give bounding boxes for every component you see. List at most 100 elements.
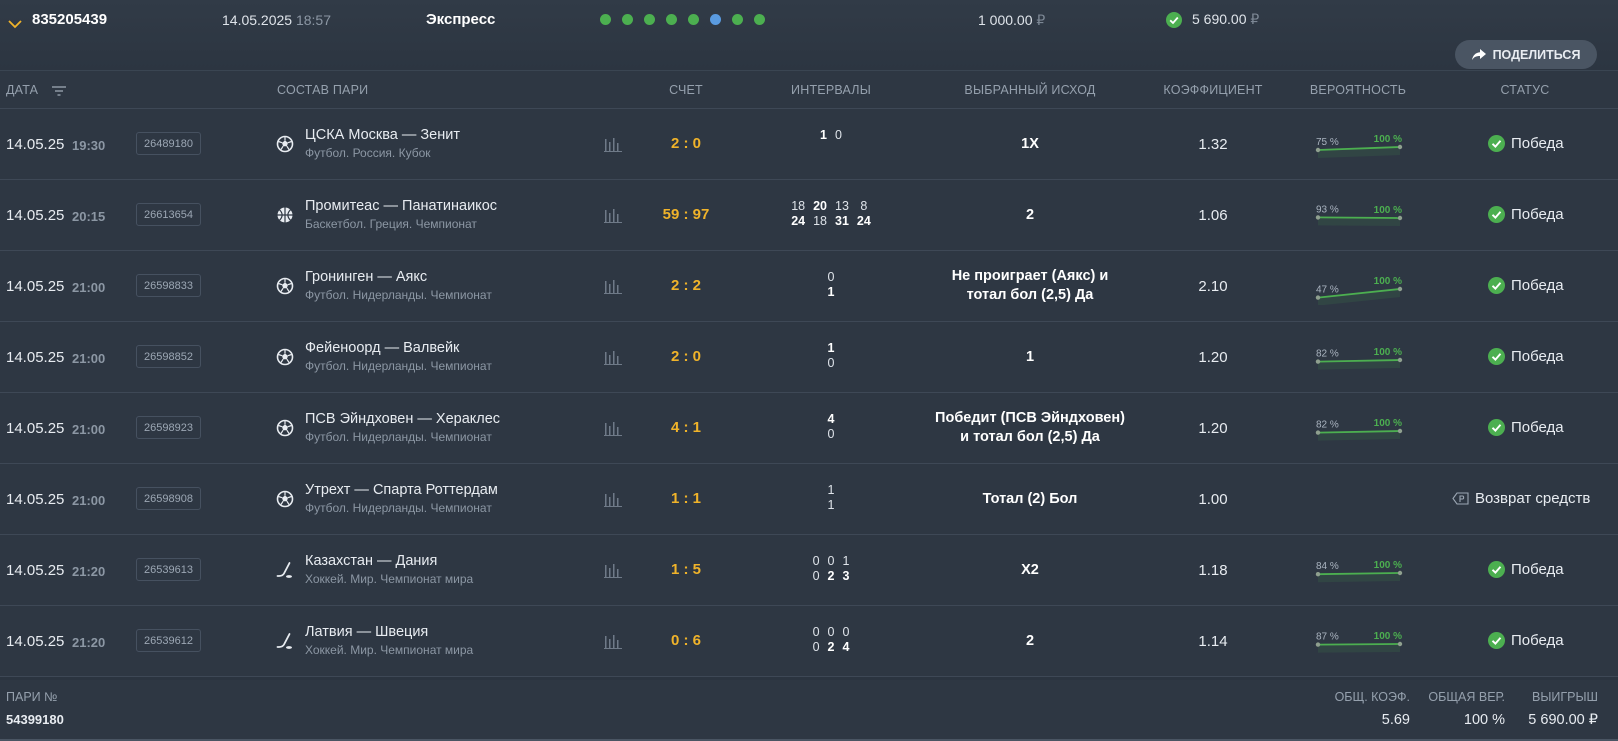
bet-time: 18:57	[295, 12, 332, 28]
match-teams[interactable]: Утрехт — Спарта Роттердам	[305, 482, 498, 498]
probability-chart	[1318, 498, 1400, 500]
match-league: Баскетбол. Греция. Чемпионат	[305, 217, 477, 231]
football-icon	[276, 348, 294, 366]
bet-date: 14.05.2025	[222, 12, 293, 28]
event-id-badge[interactable]: 26539613	[136, 558, 201, 581]
interval-score: 3	[842, 569, 850, 583]
interval-score: 24	[791, 214, 806, 228]
statistics-icon[interactable]	[604, 633, 622, 649]
interval-score: 4	[842, 640, 850, 654]
table-row[interactable]: 14.05.25 21:00 26598908 Утрехт — Спарта Рот…	[0, 464, 1618, 535]
event-status-dots	[600, 14, 765, 25]
interval-score: 20	[813, 199, 827, 213]
intervals-grid: 10	[820, 128, 842, 142]
interval-score: 24	[856, 214, 871, 228]
coefficient-value: 1.06	[1198, 207, 1228, 224]
status-label: Победа	[1511, 348, 1564, 365]
match-league: Футбол. Россия. Кубок	[305, 146, 431, 160]
probability-chart: 82 % 100 %	[1315, 347, 1403, 370]
interval-score: 1	[827, 483, 835, 497]
status-label: Победа	[1511, 135, 1564, 152]
football-icon	[276, 490, 294, 508]
event-id-badge[interactable]: 26539612	[136, 629, 201, 652]
coefficient-value: 1.32	[1198, 136, 1228, 153]
statistics-icon[interactable]	[604, 278, 622, 294]
table-row[interactable]: 14.05.25 21:20 26539613 Казахстан — Дания Хо…	[0, 535, 1618, 606]
chevron-down-icon[interactable]	[8, 17, 22, 31]
table-row[interactable]: 14.05.25 21:00 26598833 Гронинген — Аякс Фут…	[0, 251, 1618, 322]
win-value: 5 690.00	[1192, 11, 1247, 27]
match-teams[interactable]: Латвия — Швеция	[305, 624, 428, 640]
intervals-grid: 01	[828, 270, 835, 299]
pair-number-value: 54399180	[6, 712, 64, 727]
bet-number: 835205439	[32, 11, 108, 28]
statistics-icon[interactable]	[604, 207, 622, 223]
probability-start-point	[1315, 147, 1321, 153]
table-row[interactable]: 14.05.25 21:00 26598923 ПСВ Эйндховен — Хер…	[0, 393, 1618, 464]
intervals-grid: 10	[828, 341, 835, 370]
selected-outcome: Тотал (2) Бол	[983, 490, 1078, 509]
statistics-icon[interactable]	[604, 349, 622, 365]
refund-icon	[1452, 492, 1469, 505]
event-id-badge[interactable]: 26598923	[136, 416, 201, 439]
match-teams[interactable]: Казахстан — Дания	[305, 553, 437, 569]
check-circle-icon	[1488, 277, 1505, 294]
interval-score: 2	[827, 640, 835, 654]
filter-icon[interactable]	[51, 86, 66, 96]
match-teams[interactable]: ПСВ Эйндховен — Хераклес	[305, 411, 500, 427]
table-row[interactable]: 14.05.25 20:15 26613654 Промитеас — Панатин…	[0, 180, 1618, 251]
bet-status: Победа	[1488, 135, 1564, 152]
col-probability: ВЕРОЯТНОСТЬ	[1309, 83, 1407, 97]
col-date[interactable]: ДАТА	[6, 83, 66, 97]
status-label: Победа	[1511, 419, 1564, 436]
table-row[interactable]: 14.05.25 19:30 26489180 ЦСКА Москва — Зенит…	[0, 109, 1618, 180]
statistics-icon[interactable]	[604, 136, 622, 152]
probability-end-label: 100 %	[1374, 418, 1402, 429]
share-button[interactable]: ПОДЕЛИТЬСЯ	[1455, 40, 1597, 69]
match-teams[interactable]: Гронинген — Аякс	[305, 269, 427, 285]
event-id-badge[interactable]: 26598908	[136, 487, 201, 510]
table-row[interactable]: 14.05.25 21:20 26539612 Латвия — Швеция Хокк…	[0, 606, 1618, 677]
interval-score: 0	[812, 640, 820, 654]
total-prob-label: ОБЩАЯ ВЕР.	[1428, 690, 1505, 704]
row-date: 14.05.25	[6, 562, 65, 579]
bet-status: Победа	[1488, 206, 1564, 223]
statistics-icon[interactable]	[604, 420, 622, 436]
probability-end-point	[1397, 570, 1403, 576]
probability-chart: 84 % 100 %	[1315, 560, 1403, 583]
match-teams[interactable]: Промитеас — Панатинаикос	[305, 198, 497, 214]
match-score: 1 : 5	[670, 561, 702, 578]
event-id-badge[interactable]: 26489180	[136, 132, 201, 155]
event-id-badge[interactable]: 26598852	[136, 345, 201, 368]
check-circle-icon	[1488, 348, 1505, 365]
probability-end-point	[1397, 215, 1403, 221]
probability-line	[1317, 643, 1401, 646]
interval-score: 0	[812, 569, 820, 583]
event-id-badge[interactable]: 26598833	[136, 274, 201, 297]
outcome-line: 2	[1025, 207, 1035, 223]
intervals-grid: 000024	[813, 625, 850, 654]
interval-score: 31	[835, 214, 849, 228]
probability-start-point	[1315, 572, 1321, 577]
probability-chart: 82 % 100 %	[1315, 418, 1403, 441]
event-dot	[666, 14, 677, 25]
bet-header: 835205439 14.05.2025 18:57 Экспресс 1 00…	[0, 0, 1618, 71]
statistics-icon[interactable]	[604, 562, 622, 578]
status-label: Возврат средств	[1475, 490, 1591, 507]
selected-outcome: 2	[1026, 206, 1034, 225]
probability-end-point	[1397, 144, 1403, 150]
event-id-badge[interactable]: 26613654	[136, 203, 201, 226]
col-date-label: ДАТА	[6, 83, 39, 97]
match-teams[interactable]: Фейеноорд — Валвейк	[305, 340, 459, 356]
interval-score: 4	[827, 412, 835, 426]
probability-chart: 87 % 100 %	[1315, 631, 1403, 653]
share-arrow-icon	[1471, 48, 1486, 60]
total-prob-value: 100 %	[1463, 712, 1505, 728]
event-dot	[754, 14, 765, 25]
statistics-icon[interactable]	[604, 491, 622, 507]
match-score: 59 : 97	[662, 206, 710, 223]
row-date: 14.05.25	[6, 491, 65, 508]
match-teams[interactable]: ЦСКА Москва — Зенит	[305, 127, 460, 143]
outcome-line: тотал бол (2,5) Да	[966, 287, 1094, 303]
table-row[interactable]: 14.05.25 21:00 26598852 Фейеноорд — Валвейк…	[0, 322, 1618, 393]
